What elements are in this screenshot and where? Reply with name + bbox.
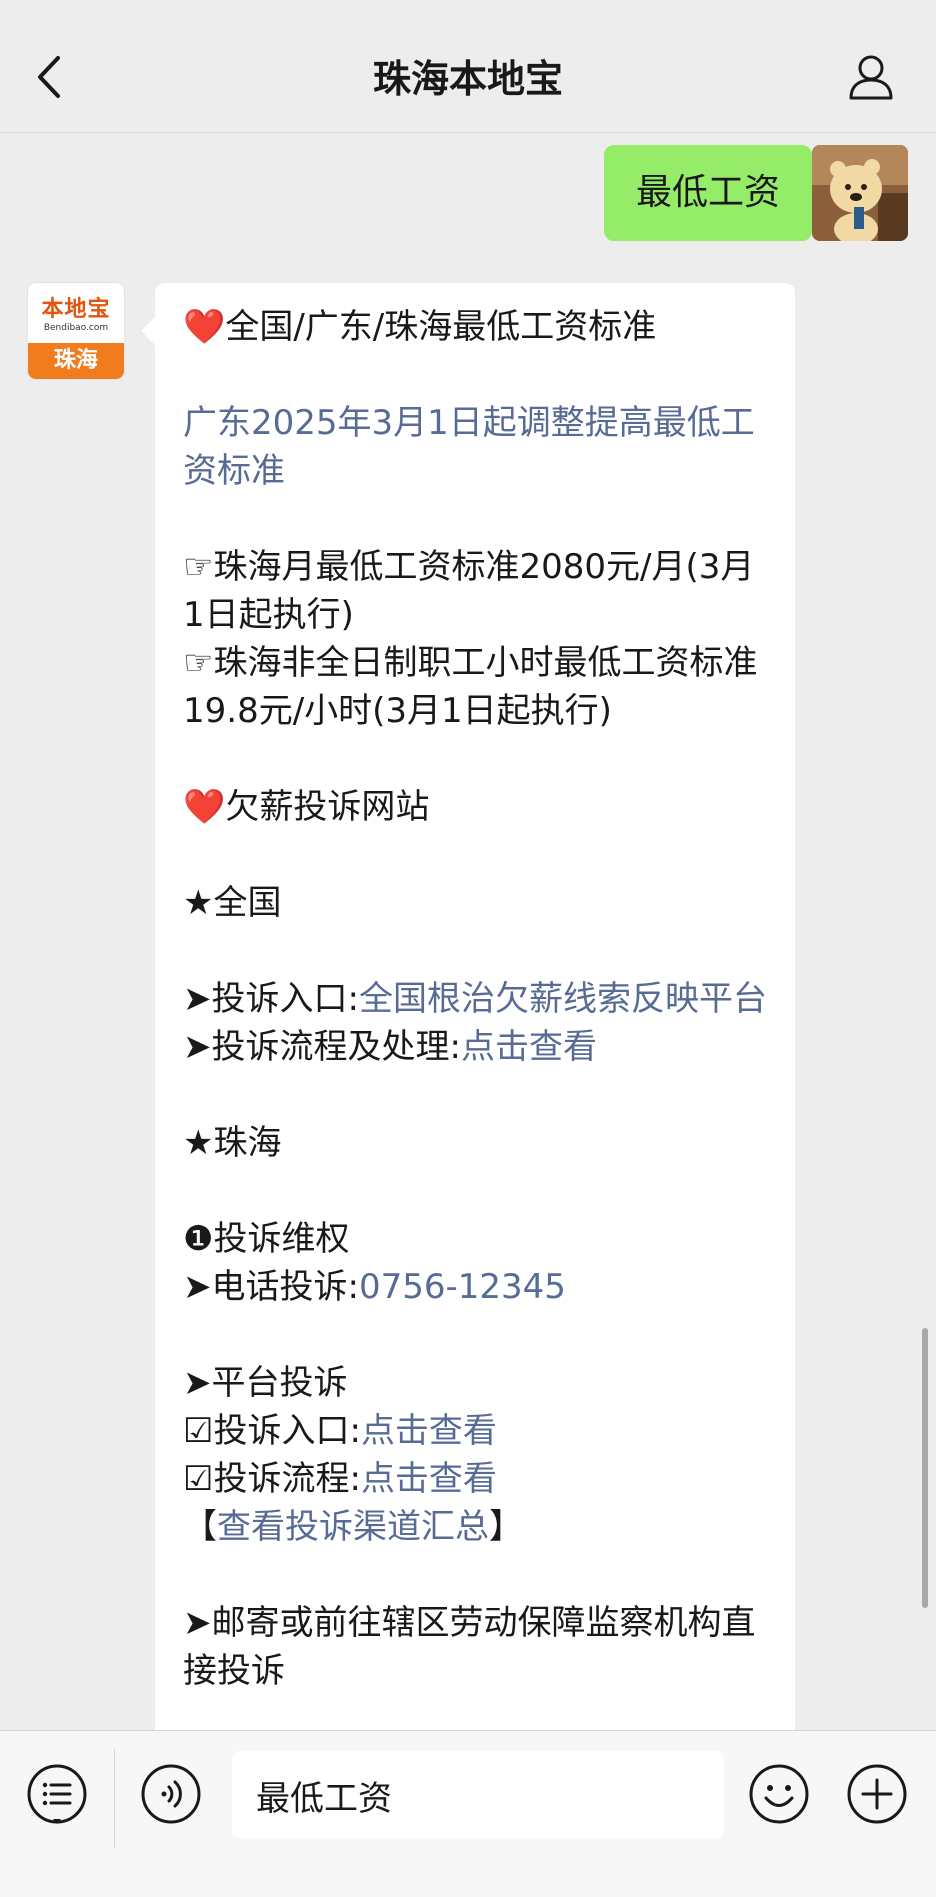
chat-title: 珠海本地宝 [372, 57, 563, 101]
smiley-icon[interactable] [748, 1763, 810, 1825]
hourly-wage-text: ☞珠海非全日制职工小时最低工资标准19.8元/小时(3月1日起执行) [183, 643, 758, 731]
person-icon[interactable] [846, 52, 896, 102]
heart-icon: ❤️ [183, 787, 226, 827]
entry-view-link[interactable]: 点击查看 [361, 1411, 497, 1451]
heading-complaint-sites: ❤️欠薪投诉网站 [183, 787, 430, 827]
brand-logo-text: 本地宝 [41, 297, 111, 322]
adjust-standard-link[interactable]: 广东2025年3月1日起调整提高最低工资标准 [183, 399, 767, 495]
national-section-label: ★全国 [183, 883, 282, 923]
top-nav-bar: 珠海本地宝 [0, 0, 936, 133]
platform-complaint-label: ➤平台投诉 [183, 1363, 348, 1403]
phone-complaint: ➤电话投诉:0756-12345 [183, 1267, 566, 1307]
message-input[interactable] [232, 1751, 724, 1839]
chat-message-list[interactable]: 最低工资 本地宝 Bendibao.com 珠海 ❤️全国/广东/珠海最低工资标… [0, 133, 936, 1730]
process-view-link[interactable]: 点击查看 [461, 1027, 597, 1067]
phone-number-link[interactable]: 0756-12345 [359, 1267, 566, 1307]
avatar-city-label: 珠海 [28, 343, 124, 379]
mail-complaint-text: ➤邮寄或前往辖区劳动保障监察机构直接投诉 [183, 1603, 756, 1691]
scrollbar-thumb[interactable] [922, 1328, 928, 1608]
pointing-hand-icon: ☞ [183, 643, 214, 683]
bear-avatar-icon [812, 145, 908, 241]
channels-summary-link[interactable]: 查看投诉渠道汇总 [217, 1507, 489, 1547]
avatar-logo-area: 本地宝 Bendibao.com [28, 283, 124, 343]
national-complaint-entry: ➤投诉入口:全国根治欠薪线索反映平台 [183, 979, 767, 1019]
bar-divider [114, 1749, 115, 1849]
list-menu-icon[interactable] [26, 1763, 88, 1825]
brand-domain-text: Bendibao.com [43, 323, 109, 333]
voice-icon[interactable] [140, 1763, 202, 1825]
platform-entry: ☑投诉入口:点击查看 [183, 1411, 497, 1451]
national-complaint-process: ➤投诉流程及处理:点击查看 [183, 1027, 597, 1067]
process-view-link-2[interactable]: 点击查看 [361, 1459, 497, 1499]
heart-icon: ❤️ [183, 307, 226, 347]
plus-icon[interactable] [846, 1763, 908, 1825]
my-message-bubble[interactable]: 最低工资 [603, 145, 827, 241]
monthly-wage-text: ☞珠海月最低工资标准2080元/月(3月1日起执行) [183, 547, 755, 635]
pointing-hand-icon: ☞ [183, 547, 214, 587]
heading-min-wage: ❤️全国/广东/珠海最低工资标准 [183, 307, 657, 347]
national-platform-link[interactable]: 全国根治欠薪线索反映平台 [359, 979, 767, 1019]
rights-label: ❶投诉维权 [183, 1219, 350, 1259]
bottom-input-bar [0, 1730, 936, 1897]
official-account-avatar[interactable]: 本地宝 Bendibao.com 珠海 [28, 283, 124, 379]
zhuhai-section-label: ★珠海 [183, 1123, 282, 1163]
channels-summary: 【查看投诉渠道汇总】 [183, 1507, 523, 1547]
reply-message-bubble[interactable]: ❤️全国/广东/珠海最低工资标准 广东2025年3月1日起调整提高最低工资标准 … [141, 283, 795, 1730]
platform-process: ☑投诉流程:点击查看 [183, 1459, 497, 1499]
my-avatar[interactable] [812, 145, 908, 241]
